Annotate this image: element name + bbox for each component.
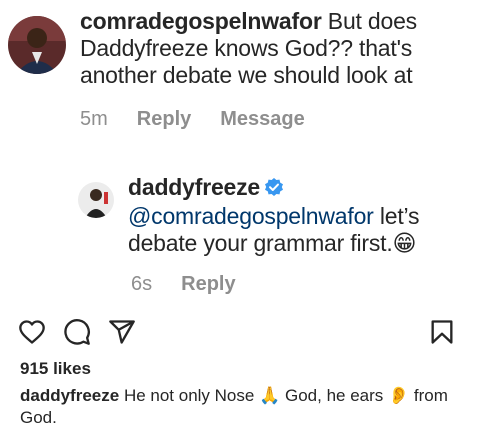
ear-emoji: 👂 (388, 386, 410, 406)
comment-time: 5m (80, 108, 108, 130)
heart-icon[interactable] (18, 318, 46, 346)
avatar[interactable] (8, 16, 66, 74)
verified-badge-icon (264, 176, 284, 203)
praying-hands-emoji: 🙏 (259, 386, 281, 406)
comment-username[interactable]: comradegospelnwafor (80, 8, 322, 34)
reply-comment-item: daddyfreeze @comradegospelnwafor let’s d… (78, 174, 473, 258)
reply-button[interactable]: Reply (181, 273, 235, 296)
share-icon[interactable] (108, 318, 136, 346)
comment-item: comradegospelnwafor But does Daddyfreeze… (8, 8, 475, 89)
bookmark-icon[interactable] (428, 318, 456, 346)
avatar[interactable] (78, 182, 114, 218)
likes-count[interactable]: 915 likes (20, 359, 91, 379)
reply-button[interactable]: Reply (137, 108, 191, 131)
caption-text-2: God, he ears (284, 386, 384, 405)
comment-icon[interactable] (63, 318, 91, 346)
caption-username[interactable]: daddyfreeze (20, 386, 119, 405)
comment-meta: 6s Reply (131, 273, 265, 296)
comment-text: comradegospelnwafor But does Daddyfreeze… (80, 8, 475, 89)
comment-meta: 5m Reply Message (80, 108, 334, 131)
comment-username[interactable]: daddyfreeze (128, 174, 260, 200)
mention-link[interactable]: @comradegospelnwafor (128, 203, 374, 229)
caption-text-1: He not only Nose (123, 386, 255, 405)
grinning-emoji: 😁 (392, 231, 417, 257)
comment-time: 6s (131, 273, 153, 295)
post-caption: daddyfreeze He not only Nose 🙏 God, he e… (20, 385, 460, 429)
message-button[interactable]: Message (220, 108, 305, 131)
comment-text: daddyfreeze @comradegospelnwafor let’s d… (128, 174, 473, 258)
post-action-bar (0, 314, 483, 350)
